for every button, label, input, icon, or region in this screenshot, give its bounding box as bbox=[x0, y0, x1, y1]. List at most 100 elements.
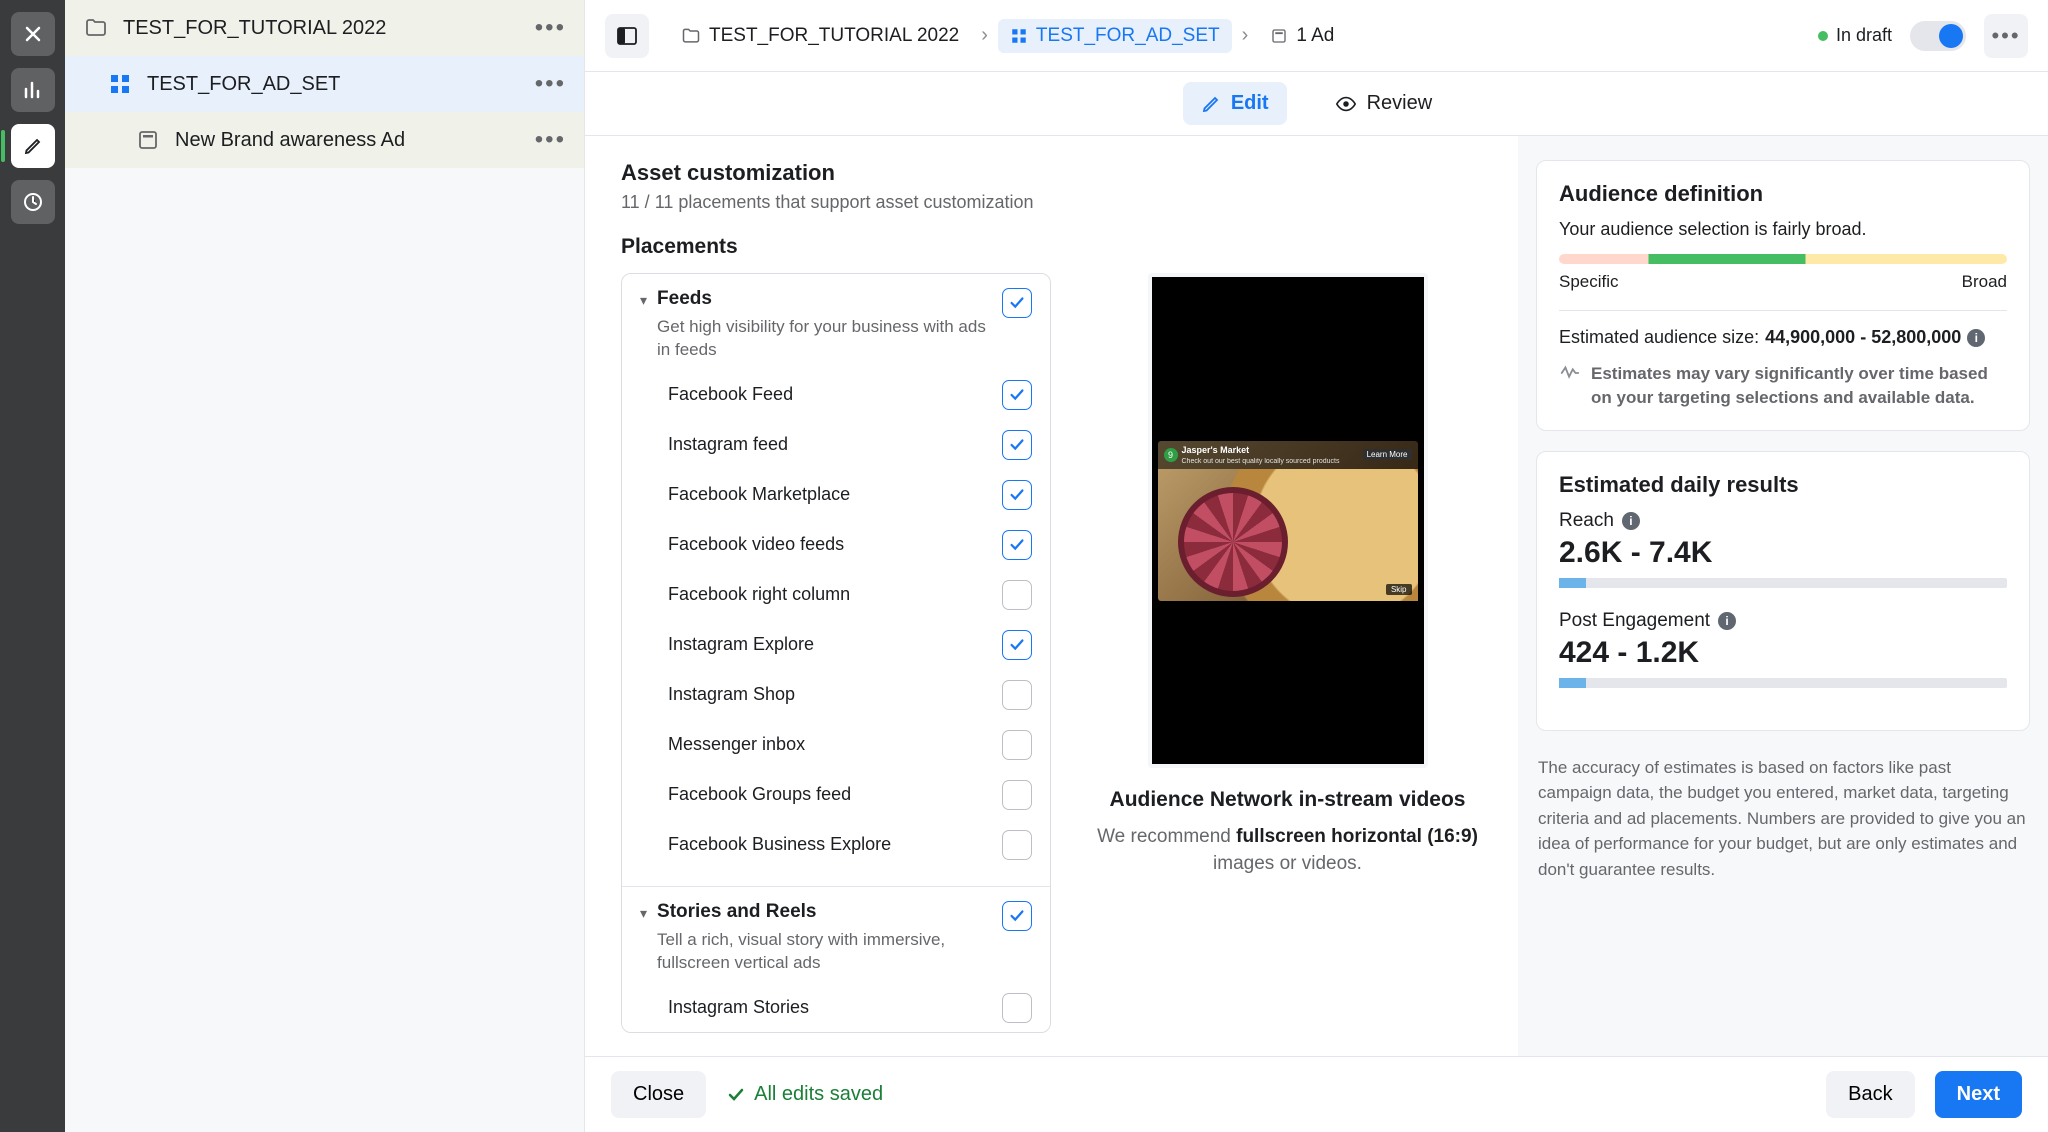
grid-icon bbox=[1010, 27, 1028, 45]
placement-item[interactable]: Facebook right column bbox=[640, 570, 1032, 620]
back-button[interactable]: Back bbox=[1826, 1071, 1914, 1118]
skip-chip: Skip bbox=[1386, 584, 1412, 595]
tree-campaign-label: TEST_FOR_TUTORIAL 2022 bbox=[123, 17, 386, 40]
audience-size: Estimated audience size: 44,900,000 - 52… bbox=[1559, 327, 2007, 348]
activity-icon bbox=[1559, 362, 1581, 410]
tree-campaign-more[interactable]: ••• bbox=[535, 14, 566, 42]
ad-icon bbox=[1270, 27, 1288, 45]
collapse-sidebar-button[interactable] bbox=[605, 14, 649, 58]
chevron-down-icon[interactable]: ▾ bbox=[640, 292, 647, 309]
audience-title: Audience definition bbox=[1559, 181, 2007, 207]
placement-item[interactable]: Instagram Shop bbox=[640, 670, 1032, 720]
gauge-broad-label: Broad bbox=[1962, 272, 2007, 292]
group-feeds-desc: Get high visibility for your business wi… bbox=[657, 316, 994, 362]
preview-banner: 9 Jasper's Market Check out our best qua… bbox=[1158, 441, 1418, 469]
group-feeds-title: Feeds bbox=[657, 288, 994, 310]
checkbox-messenger-inbox[interactable] bbox=[1002, 730, 1032, 760]
check-icon bbox=[726, 1085, 746, 1105]
reach-bar bbox=[1559, 578, 2007, 588]
info-icon[interactable]: i bbox=[1718, 612, 1736, 630]
tree-ad-label: New Brand awareness Ad bbox=[175, 129, 405, 152]
ad-icon bbox=[135, 127, 161, 153]
grid-icon bbox=[107, 71, 133, 97]
tab-review[interactable]: Review bbox=[1317, 82, 1451, 125]
ad-preview: 9 Jasper's Market Check out our best qua… bbox=[1148, 273, 1428, 768]
checkbox-stories-all[interactable] bbox=[1002, 901, 1032, 931]
placement-item[interactable]: Messenger inbox bbox=[640, 720, 1032, 770]
learn-more-chip: Learn More bbox=[1363, 449, 1412, 460]
placement-item[interactable]: Facebook Business Explore bbox=[640, 820, 1032, 870]
chevron-right-icon: › bbox=[1242, 24, 1249, 47]
checkbox-ig-shop[interactable] bbox=[1002, 680, 1032, 710]
status-dot-icon bbox=[1818, 31, 1828, 41]
results-title: Estimated daily results bbox=[1559, 472, 2007, 498]
checkbox-fb-groups[interactable] bbox=[1002, 780, 1032, 810]
pencil-icon bbox=[1201, 94, 1221, 114]
group-stories-title: Stories and Reels bbox=[657, 901, 994, 923]
publish-toggle[interactable] bbox=[1910, 21, 1966, 51]
audience-gauge bbox=[1559, 254, 2007, 264]
checkbox-fb-feed[interactable] bbox=[1002, 380, 1032, 410]
checkbox-feeds-all[interactable] bbox=[1002, 288, 1032, 318]
engagement-bar bbox=[1559, 678, 2007, 688]
placement-item[interactable]: Instagram feed bbox=[640, 420, 1032, 470]
tree-adset[interactable]: TEST_FOR_AD_SET ••• bbox=[65, 56, 584, 112]
results-disclaimer: The accuracy of estimates is based on fa… bbox=[1536, 751, 2030, 903]
history-icon[interactable] bbox=[11, 180, 55, 224]
checkbox-ig-stories[interactable] bbox=[1002, 993, 1032, 1023]
tree-campaign[interactable]: TEST_FOR_TUTORIAL 2022 ••• bbox=[65, 0, 584, 56]
section-title: Asset customization bbox=[621, 160, 1498, 186]
group-stories-desc: Tell a rich, visual story with immersive… bbox=[657, 929, 994, 975]
overflow-menu-button[interactable]: ••• bbox=[1984, 14, 2028, 58]
checkbox-fb-right-column[interactable] bbox=[1002, 580, 1032, 610]
preview-hint: We recommend fullscreen horizontal (16:9… bbox=[1077, 824, 1498, 877]
results-card: Estimated daily results Reach i 2.6K - 7… bbox=[1536, 451, 2030, 731]
placements-card: ▾ Feeds Get high visibility for your bus… bbox=[621, 273, 1051, 1033]
edit-nav-icon[interactable] bbox=[11, 124, 55, 168]
audience-warning: Estimates may vary significantly over ti… bbox=[1559, 362, 2007, 410]
tab-edit[interactable]: Edit bbox=[1183, 82, 1287, 125]
engagement-value: 424 - 1.2K bbox=[1559, 636, 2007, 670]
checkbox-fb-biz-explore[interactable] bbox=[1002, 830, 1032, 860]
section-subtitle: 11 / 11 placements that support asset cu… bbox=[621, 192, 1498, 213]
reach-value: 2.6K - 7.4K bbox=[1559, 536, 2007, 570]
breadcrumb-ad[interactable]: 1 Ad bbox=[1258, 19, 1346, 53]
info-icon[interactable]: i bbox=[1967, 329, 1985, 347]
checkbox-fb-video-feeds[interactable] bbox=[1002, 530, 1032, 560]
breadcrumb-campaign[interactable]: TEST_FOR_TUTORIAL 2022 bbox=[669, 19, 971, 53]
chevron-down-icon[interactable]: ▾ bbox=[640, 905, 647, 922]
info-icon[interactable]: i bbox=[1622, 512, 1640, 530]
close-panel-button[interactable] bbox=[11, 12, 55, 56]
tree-ad-more[interactable]: ••• bbox=[535, 126, 566, 154]
save-status: All edits saved bbox=[726, 1083, 883, 1106]
checkbox-ig-explore[interactable] bbox=[1002, 630, 1032, 660]
close-button[interactable]: Close bbox=[611, 1071, 706, 1118]
breadcrumb-adset[interactable]: TEST_FOR_AD_SET bbox=[998, 19, 1232, 53]
checkbox-ig-feed[interactable] bbox=[1002, 430, 1032, 460]
eye-icon bbox=[1335, 93, 1357, 115]
placement-item[interactable]: Facebook Feed bbox=[640, 370, 1032, 420]
tree-ad[interactable]: New Brand awareness Ad ••• bbox=[65, 112, 584, 168]
folder-icon bbox=[681, 26, 701, 46]
engagement-label: Post Engagement bbox=[1559, 610, 1710, 632]
breadcrumb: TEST_FOR_TUTORIAL 2022 › TEST_FOR_AD_SET… bbox=[669, 19, 1346, 53]
placement-item[interactable]: Facebook Groups feed bbox=[640, 770, 1032, 820]
status-badge: In draft bbox=[1818, 25, 1892, 46]
placement-item[interactable]: Facebook Marketplace bbox=[640, 470, 1032, 520]
tree-adset-label: TEST_FOR_AD_SET bbox=[147, 73, 340, 96]
audience-card: Audience definition Your audience select… bbox=[1536, 160, 2030, 431]
next-button[interactable]: Next bbox=[1935, 1071, 2022, 1118]
placements-heading: Placements bbox=[621, 235, 1498, 259]
chart-icon[interactable] bbox=[11, 68, 55, 112]
preview-title: Audience Network in-stream videos bbox=[1110, 788, 1466, 812]
reach-label: Reach bbox=[1559, 510, 1614, 532]
audience-note: Your audience selection is fairly broad. bbox=[1559, 219, 2007, 240]
placement-item[interactable]: Instagram Explore bbox=[640, 620, 1032, 670]
folder-icon bbox=[83, 15, 109, 41]
chevron-right-icon: › bbox=[981, 24, 988, 47]
checkbox-fb-marketplace[interactable] bbox=[1002, 480, 1032, 510]
tree-adset-more[interactable]: ••• bbox=[535, 70, 566, 98]
placement-item[interactable]: Facebook video feeds bbox=[640, 520, 1032, 570]
gauge-specific-label: Specific bbox=[1559, 272, 1619, 292]
placement-item[interactable]: Instagram Stories bbox=[640, 983, 1032, 1033]
